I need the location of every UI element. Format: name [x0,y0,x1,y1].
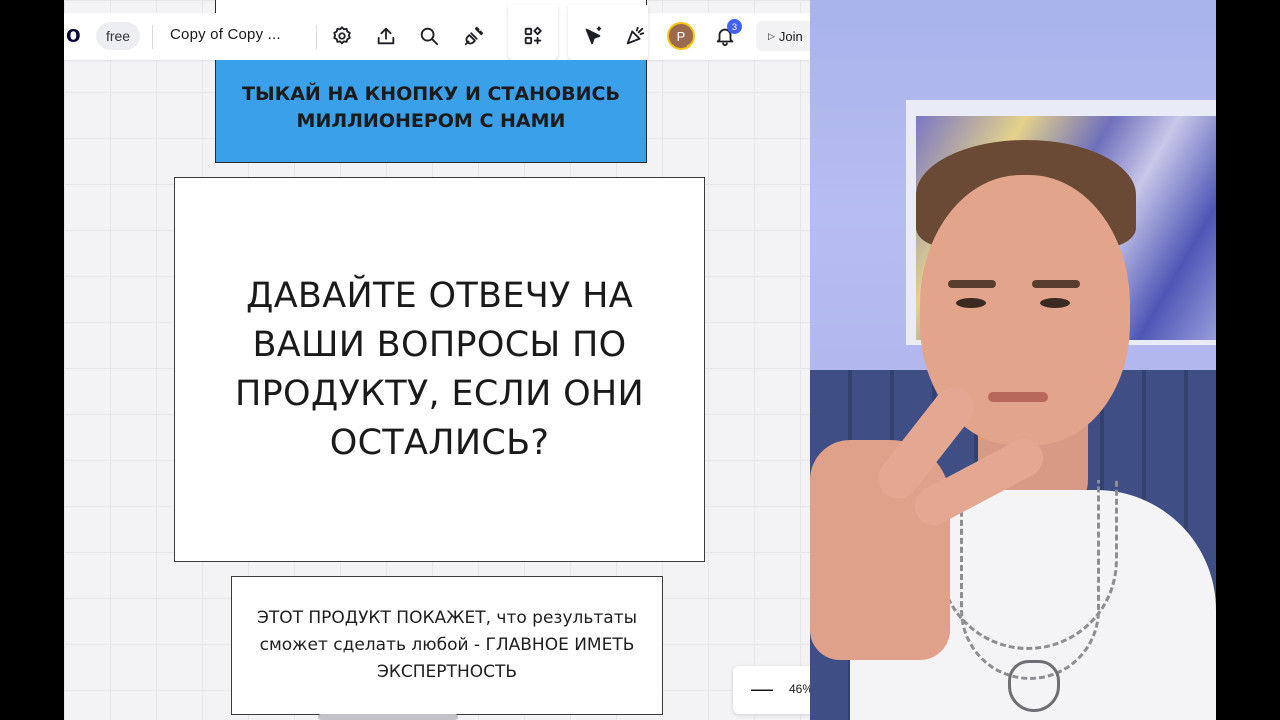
app-logo[interactable]: o [66,21,81,49]
person-mouth [988,392,1048,402]
question-card-text: ДАВАЙТЕ ОТВЕЧУ НА ВАШИ ВОПРОСЫ ПО ПРОДУК… [234,275,645,463]
search-icon[interactable] [416,23,442,49]
collaboration-tab [568,5,648,60]
lightning-icon: ⚡ [685,42,693,53]
apps-tab[interactable] [508,5,558,60]
person-brow-left [948,280,996,288]
board-name[interactable]: Copy of Copy ... [170,26,281,43]
person-eye-left [956,298,986,308]
blue-card-text: ТЫКАЙ НА КНОПКУ И СТАНОВИСЬ МИЛЛИОНЕРОМ … [242,83,620,132]
settings-icon[interactable] [329,23,355,49]
person-eye-right [1040,298,1070,308]
celebrate-icon[interactable] [622,23,648,49]
export-icon[interactable] [373,23,399,49]
letterbox-left [0,0,64,720]
letterbox-right [1216,0,1280,720]
info-card-text: ЭТОТ ПРОДУКТ ПОКАЖЕТ, что результаты смо… [256,608,638,682]
apps-icon[interactable] [520,23,546,49]
necklace-pendant [1008,660,1060,712]
zoom-level[interactable]: 46% [789,682,810,696]
blue-sticky-card[interactable]: ТЫКАЙ НА КНОПКУ И СТАНОВИСЬ МИЛЛИОНЕРОМ … [215,60,647,163]
webcam-video [810,0,1216,720]
zoom-control: — 46% [733,666,810,714]
toolbar-divider [152,25,153,49]
zoom-out-button[interactable]: — [751,676,773,702]
horizontal-scrollbar[interactable] [318,714,458,720]
join-button[interactable]: ▷ Join [756,21,810,51]
top-toolbar: o free Copy of Copy ... P ⚡ 3 ▷ Join [64,5,810,60]
play-icon: ▷ [768,30,775,41]
person-brow-right [1032,280,1080,288]
question-card[interactable]: ДАВАЙТЕ ОТВЕЧУ НА ВАШИ ВОПРОСЫ ПО ПРОДУК… [174,177,705,562]
whiteboard-canvas[interactable]: o free Copy of Copy ... P ⚡ 3 ▷ Join ТЫК… [64,0,810,720]
notification-count-badge: 3 [727,19,742,34]
plan-badge[interactable]: free [96,22,140,50]
info-card[interactable]: ЭТОТ ПРОДУКТ ПОКАЖЕТ, что результаты смо… [231,576,663,715]
plugin-icon[interactable] [461,23,487,49]
cursor-select-icon[interactable] [580,23,606,49]
toolbar-divider [316,25,317,49]
join-label: Join [778,28,803,44]
necklace-chain-long [960,480,1100,680]
